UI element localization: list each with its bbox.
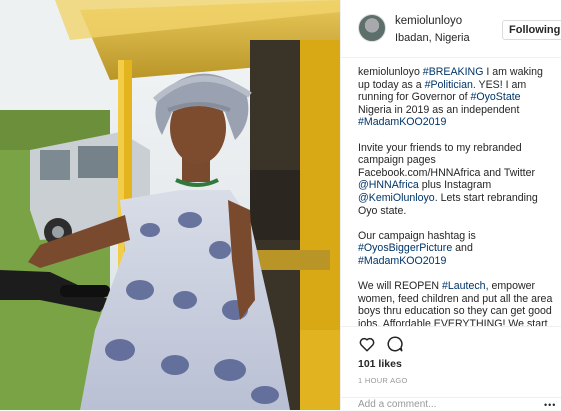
caption-paragraph-3: Our campaign hashtag is #OyosBiggerPictu… [358, 230, 554, 268]
avatar[interactable] [358, 14, 386, 42]
comment-input[interactable]: Add a comment... [358, 399, 436, 410]
likes-count[interactable]: 101 likes [358, 358, 402, 370]
hashtag-breaking[interactable]: #BREAKING [423, 66, 484, 78]
post-panel: kemiolunloyo Ibadan, Nigeria Following k… [340, 0, 561, 410]
post-caption: kemiolunloyo #BREAKING I am waking up to… [358, 66, 554, 326]
mention-hnnafrica[interactable]: @HNNAfrica [358, 179, 419, 191]
post-photo [0, 0, 340, 410]
location-link[interactable]: Ibadan, Nigeria [395, 32, 470, 44]
hashtag-oyosbiggerpicture[interactable]: #OyosBiggerPicture [358, 242, 452, 254]
comment-bubble-icon[interactable] [386, 335, 404, 353]
username-link[interactable]: kemiolunloyo [395, 15, 462, 27]
hashtag-madamkoo2019[interactable]: #MadamKOO2019 [358, 116, 446, 128]
comment-bar: Add a comment... ••• [341, 397, 561, 411]
more-dots-icon[interactable]: ••• [544, 400, 556, 410]
post-timestamp: 1 HOUR AGO [358, 376, 408, 385]
caption-paragraph-2: Invite your friends to my rebranded camp… [358, 142, 554, 218]
hashtag-lautech[interactable]: #Lautech [442, 280, 486, 292]
hashtag-madamkoo2019[interactable]: #MadamKOO2019 [358, 255, 446, 267]
heart-icon[interactable] [358, 335, 376, 353]
caption-text: Our campaign hashtag is [358, 229, 476, 242]
post-actions: 101 likes 1 HOUR AGO Add a comment... ••… [341, 326, 561, 410]
caption-text: We will REOPEN [358, 280, 442, 293]
caption-paragraph-4: We will REOPEN #Lautech, empower women, … [358, 280, 554, 326]
post-photo-illustration [0, 0, 340, 410]
caption-username-link[interactable]: kemiolunloyo [358, 66, 420, 78]
hashtag-oyostate[interactable]: #OyoState [470, 91, 520, 103]
post-header: kemiolunloyo Ibadan, Nigeria Following [341, 0, 561, 58]
caption-text: plus Instagram [418, 179, 492, 192]
caption-paragraph-1: kemiolunloyo #BREAKING I am waking up to… [358, 66, 554, 129]
hashtag-politician[interactable]: #Politician [425, 79, 473, 91]
following-button[interactable]: Following [502, 20, 561, 40]
caption-text: Invite your friends to my rebranded camp… [358, 141, 536, 179]
caption-text: and [452, 242, 473, 255]
caption-text: Nigeria in 2019 as an independent [358, 103, 520, 116]
mention-kemiolunloyo[interactable]: @KemiOlunloyo [358, 192, 435, 204]
